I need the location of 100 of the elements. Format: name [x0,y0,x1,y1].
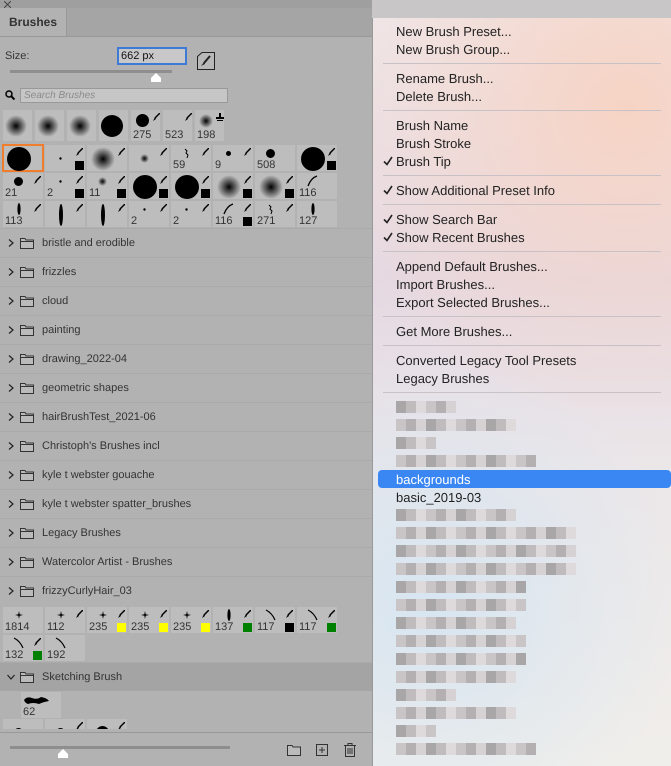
brush-preset[interactable]: 59 [170,144,212,172]
brush-preset[interactable]: 113 [2,200,44,228]
brush-group[interactable]: painting [0,315,372,344]
brush-preset[interactable]: 198 [194,109,225,142]
brush-group[interactable]: Watercolor Artist - Brushes [0,547,372,576]
menu-item[interactable]: New Brush Preset... [378,22,671,40]
brush-preset[interactable] [66,109,97,142]
brush-preset[interactable] [128,172,170,200]
brush-preset[interactable]: 1814 [2,606,44,634]
menu-item[interactable]: Import Brushes... [378,275,671,293]
brush-preset[interactable]: 275 [130,109,161,142]
brush-preset[interactable] [254,172,296,200]
panel-tab[interactable]: Brushes [0,8,68,36]
chevron-icon[interactable] [7,587,15,595]
brush-preset[interactable]: 235 [128,606,170,634]
chevron-icon[interactable] [7,268,15,276]
brush-preset[interactable] [44,200,86,228]
brush-group[interactable]: geometric shapes [0,373,372,402]
menu-item[interactable]: basic_2019-03 [378,488,671,506]
menu-item[interactable]: Show Additional Preset Info [378,181,671,199]
slider-track[interactable] [10,70,172,73]
brush-preset[interactable] [212,172,254,200]
chevron-icon[interactable] [7,239,15,247]
menu-item[interactable]: Converted Legacy Tool Presets [378,351,671,369]
brush-preset[interactable] [2,144,44,172]
brush-preset[interactable] [86,144,128,172]
brush-group[interactable]: kyle t webster spatter_brushes [0,489,372,518]
brush-group[interactable]: Legacy Brushes [0,518,372,547]
brush-preset[interactable]: 192 [44,634,86,662]
chevron-icon[interactable] [7,384,15,392]
brush-folder-icon[interactable] [197,52,215,70]
brush-preset[interactable]: 271 [254,200,296,228]
brush-preset[interactable]: 508 [254,144,296,172]
new-brush-icon[interactable] [315,742,329,756]
menu-item[interactable]: Brush Name [378,116,671,134]
brush-preset[interactable]: 2 [128,200,170,228]
brush-group[interactable]: Sketching Brush [0,662,372,691]
menu-item[interactable]: Rename Brush... [378,69,671,87]
brush-preset[interactable]: 117 [296,606,338,634]
brush-preset[interactable] [44,144,86,172]
brush-group[interactable]: hairBrushTest_2021-06 [0,402,372,431]
brush-group[interactable]: frizzyCurlyHair_03 [0,576,372,605]
chevron-icon[interactable] [7,673,15,681]
brush-group[interactable]: frizzles [0,257,372,286]
chevron-icon[interactable] [7,413,15,421]
chevron-icon[interactable] [7,326,15,334]
chevron-icon[interactable] [7,558,15,566]
brush-preset[interactable]: 9 [212,144,254,172]
chevron-icon[interactable] [7,355,15,363]
brush-preset[interactable]: 132 [2,634,44,662]
hard-brush-tip-icon [14,176,23,186]
stroke-tip-icon [222,203,234,215]
brush-preset[interactable] [86,200,128,228]
brush-preset[interactable]: 235 [170,606,212,634]
brush-preset[interactable]: 11 [86,172,128,200]
brush-group[interactable]: bristle and erodible [0,228,372,257]
brush-preset[interactable]: 112 [44,606,86,634]
menu-item[interactable]: Brush Tip [378,152,671,170]
menu-item[interactable]: Get More Brushes... [378,322,671,340]
slider-track[interactable] [10,746,230,748]
brush-preset[interactable] [34,109,65,142]
trash-icon[interactable] [343,742,357,756]
chevron-icon[interactable] [7,529,15,537]
chevron-icon[interactable] [7,297,15,305]
brush-preset[interactable]: 116 [296,172,338,200]
brush-preset[interactable]: 137 [212,606,254,634]
menu-item[interactable]: Export Selected Brushes... [378,293,671,311]
brush-group[interactable]: Christoph's Brushes incl [0,431,372,460]
brush-preset[interactable]: 2 [44,172,86,200]
brush-preset[interactable]: 127 [296,200,338,228]
brush-preset[interactable]: 62 [20,691,62,719]
brush-preset[interactable] [2,109,33,142]
brush-preset[interactable]: 117 [254,606,296,634]
size-field[interactable]: 662 px [117,47,187,65]
menu-item[interactable]: Show Search Bar [378,210,671,228]
menu-item[interactable]: Append Default Brushes... [378,257,671,275]
chevron-icon[interactable] [7,500,15,508]
brush-group[interactable]: drawing_2022-04 [0,344,372,373]
brush-preset[interactable]: 235 [86,606,128,634]
menu-item[interactable]: Delete Brush... [378,87,671,105]
new-group-icon[interactable] [287,742,301,756]
brush-preset[interactable] [98,109,129,142]
brush-preset[interactable] [296,144,338,172]
brush-preset[interactable]: 116 [212,200,254,228]
brush-preset[interactable]: 2 [170,200,212,228]
brush-preset[interactable]: 523 [162,109,193,142]
menu-item[interactable]: Show Recent Brushes [378,228,671,246]
group-name: Sketching Brush [42,671,122,683]
brush-group[interactable]: cloud [0,286,372,315]
brush-group[interactable]: kyle t webster gouache [0,460,372,489]
brush-preset[interactable]: 21 [2,172,44,200]
menu-item[interactable]: backgrounds [378,470,671,488]
menu-item[interactable]: New Brush Group... [378,40,671,58]
chevron-icon[interactable] [7,442,15,450]
search-icon [5,90,15,100]
close-icon[interactable] [4,0,11,8]
chevron-icon[interactable] [7,471,15,479]
brush-preset[interactable] [170,172,212,200]
menu-item[interactable]: Legacy Brushes [378,369,671,387]
menu-item[interactable]: Brush Stroke [378,134,671,152]
